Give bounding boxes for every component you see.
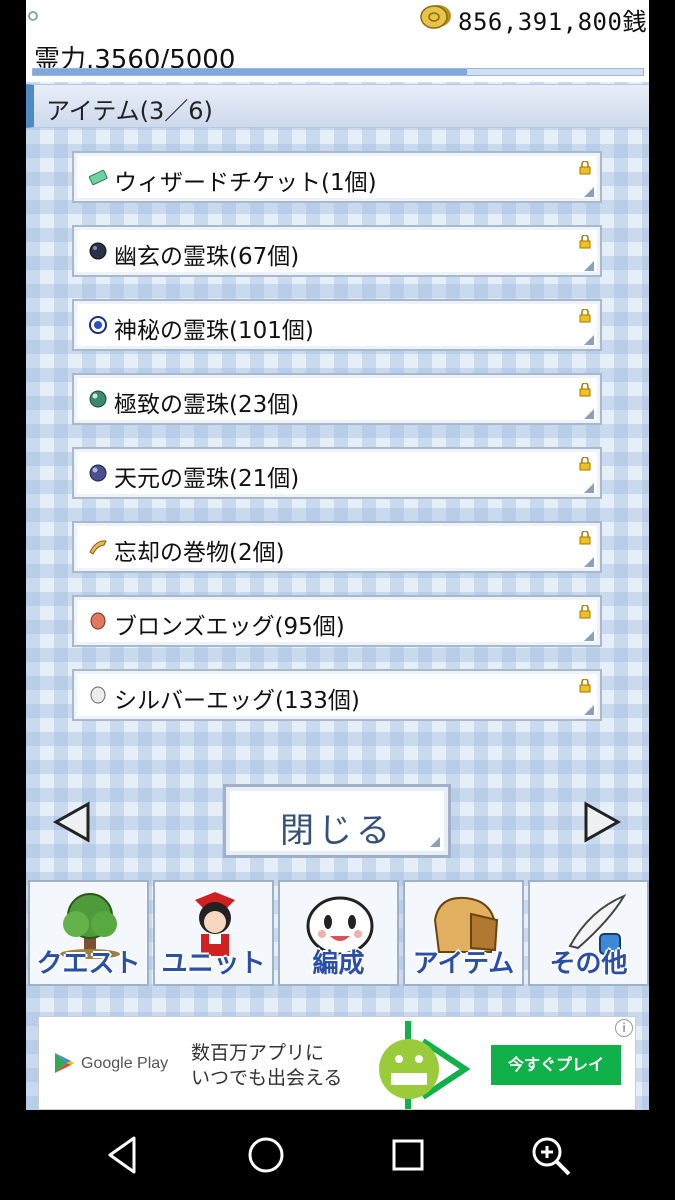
- lock-icon: [579, 605, 591, 619]
- item-bronze-egg[interactable]: ブロンズエッグ(95個): [72, 595, 602, 647]
- ad-cta-button[interactable]: 今すぐプレイ: [491, 1045, 621, 1085]
- bottom-tab-bar: クエスト ユニット 編成 アイテム その他: [26, 876, 649, 990]
- close-button-label: 閉じる: [280, 811, 394, 851]
- android-robot-icon: [379, 1021, 471, 1109]
- spirit-power-bar: [32, 68, 644, 76]
- item-wizard-ticket[interactable]: ウィザードチケット(1個): [72, 151, 602, 203]
- android-navigation-bar: [0, 1110, 675, 1200]
- lock-icon: [579, 679, 591, 693]
- dark-orb-icon: [89, 242, 107, 260]
- corner-mark-icon: [584, 705, 594, 715]
- item-tengen-orb[interactable]: 天元の霊珠(21個): [72, 447, 602, 499]
- tab-label: アイテム: [412, 949, 515, 979]
- lock-icon: [579, 161, 591, 175]
- item-label: 神秘の霊珠(101個): [114, 318, 314, 344]
- home-icon[interactable]: [243, 1132, 289, 1178]
- green-orb-icon: [89, 390, 107, 408]
- purple-orb-icon: [89, 464, 107, 482]
- item-label: 幽玄の霊珠(67個): [114, 244, 300, 270]
- right-letterbox: [649, 0, 675, 1110]
- recents-icon[interactable]: [385, 1132, 431, 1178]
- ad-banner[interactable]: Google Play 数百万アプリに いつでも出会える 今すぐプレイ i: [38, 1016, 636, 1110]
- item-kyokuchi-orb[interactable]: 極致の霊珠(23個): [72, 373, 602, 425]
- corner-mark-icon: [584, 335, 594, 345]
- corner-mark-icon: [584, 557, 594, 567]
- ad-text: 数百万アプリに いつでも出会える: [191, 1041, 361, 1091]
- item-oblivion-scroll[interactable]: 忘却の巻物(2個): [72, 521, 602, 573]
- corner-mark-icon: [430, 837, 440, 847]
- item-label: 天元の霊珠(21個): [114, 466, 300, 492]
- ad-text-line2: いつでも出会える: [191, 1067, 343, 1089]
- item-yugen-orb[interactable]: 幽玄の霊珠(67個): [72, 225, 602, 277]
- tab-quest[interactable]: クエスト: [28, 880, 149, 986]
- section-title: アイテム(3／6): [46, 97, 213, 125]
- scroll-icon: [89, 540, 107, 555]
- lock-icon: [579, 531, 591, 545]
- item-label: ブロンズエッグ(95個): [114, 614, 345, 640]
- tab-label: その他: [549, 949, 628, 979]
- tab-label: ユニット: [161, 949, 266, 979]
- google-play-icon: [55, 1053, 74, 1073]
- coin-icon: [420, 5, 451, 29]
- item-label: シルバーエッグ(133個): [114, 688, 360, 714]
- corner-mark-icon: [584, 409, 594, 419]
- menu-dot-icon[interactable]: [28, 11, 38, 21]
- ad-info-icon[interactable]: i: [615, 1019, 633, 1037]
- game-screen: 856,391,800銭 霊力.3560/5000 アイテム(3／6) ウィザー…: [26, 0, 649, 1110]
- corner-mark-icon: [584, 187, 594, 197]
- item-shinpi-orb[interactable]: 神秘の霊珠(101個): [72, 299, 602, 351]
- blue-orb-icon: [89, 316, 107, 334]
- tab-formation[interactable]: 編成: [278, 880, 399, 986]
- corner-mark-icon: [584, 483, 594, 493]
- item-label: 忘却の巻物(2個): [114, 540, 285, 566]
- ticket-icon: [88, 169, 108, 186]
- lock-icon: [579, 457, 591, 471]
- spirit-power-fill: [33, 69, 468, 75]
- corner-mark-icon: [584, 631, 594, 641]
- back-icon[interactable]: [100, 1132, 146, 1178]
- item-silver-egg[interactable]: シルバーエッグ(133個): [72, 669, 602, 721]
- bronze-egg-icon: [90, 612, 106, 630]
- top-status-bar: 856,391,800銭: [26, 0, 649, 36]
- money-counter: 856,391,800銭: [458, 8, 647, 36]
- silver-egg-icon: [90, 686, 106, 704]
- lock-icon: [579, 309, 591, 323]
- item-label: ウィザードチケット(1個): [114, 170, 377, 196]
- left-letterbox: [0, 0, 26, 1110]
- tab-label: クエスト: [36, 949, 141, 979]
- ad-brand: Google Play: [81, 1055, 169, 1072]
- prev-page-arrow-icon[interactable]: [52, 800, 92, 844]
- item-label: 極致の霊珠(23個): [114, 392, 300, 418]
- close-button[interactable]: 閉じる: [223, 784, 451, 858]
- next-page-arrow-icon[interactable]: [582, 800, 622, 844]
- tab-item[interactable]: アイテム: [403, 880, 524, 986]
- ad-text-line1: 数百万アプリに: [191, 1042, 325, 1064]
- section-header: アイテム(3／6): [26, 84, 649, 128]
- lock-icon: [579, 235, 591, 249]
- tab-unit[interactable]: ユニット: [153, 880, 274, 986]
- zoom-icon[interactable]: [527, 1132, 573, 1178]
- corner-mark-icon: [584, 261, 594, 271]
- tab-label: 編成: [312, 949, 365, 979]
- lock-icon: [579, 383, 591, 397]
- tab-other[interactable]: その他: [528, 880, 649, 986]
